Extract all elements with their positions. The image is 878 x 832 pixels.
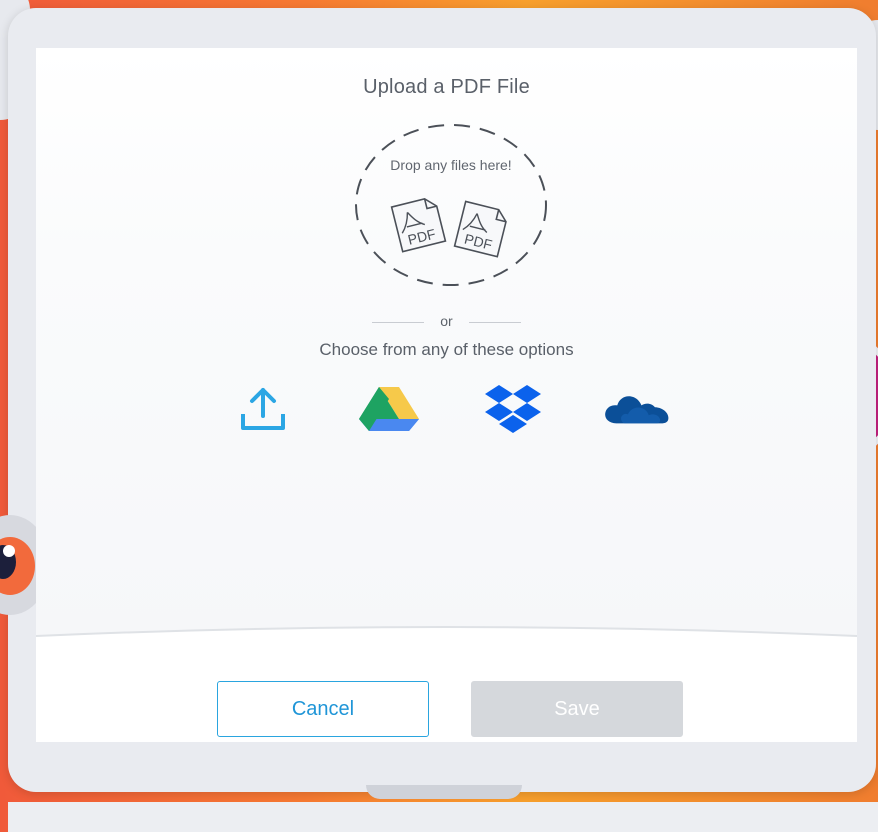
upload-dialog: Upload a PDF File Drop any files here! P… — [36, 48, 857, 742]
or-separator: or — [36, 313, 857, 329]
cancel-button[interactable]: Cancel — [217, 681, 429, 737]
upload-icon — [241, 388, 285, 430]
dialog-title: Upload a PDF File — [363, 76, 530, 98]
onedrive-button[interactable] — [602, 384, 672, 434]
google-drive-button[interactable] — [354, 384, 424, 434]
upload-from-computer-button[interactable] — [228, 384, 298, 434]
save-button[interactable]: Save — [471, 681, 683, 737]
pdf-file-icon: PDF — [453, 200, 507, 258]
curve-divider — [36, 626, 857, 660]
separator-line — [372, 321, 425, 323]
options-prompt: Choose from any of these options — [319, 340, 574, 359]
laptop-notch — [366, 785, 522, 799]
dialog-actions: Cancel Save — [36, 681, 857, 737]
dropbox-button[interactable] — [478, 384, 548, 434]
pdf-file-icon: PDF — [390, 197, 447, 253]
file-dropzone[interactable]: Drop any files here! PDF PDF — [354, 124, 548, 286]
separator-text: or — [440, 313, 453, 329]
separator-line — [468, 321, 521, 323]
laptop-base — [8, 802, 878, 832]
dropbox-icon — [485, 385, 541, 433]
dropzone-text: Drop any files here! — [390, 157, 512, 173]
onedrive-icon — [605, 396, 669, 424]
google-drive-icon — [359, 387, 419, 431]
upload-options — [36, 384, 857, 434]
